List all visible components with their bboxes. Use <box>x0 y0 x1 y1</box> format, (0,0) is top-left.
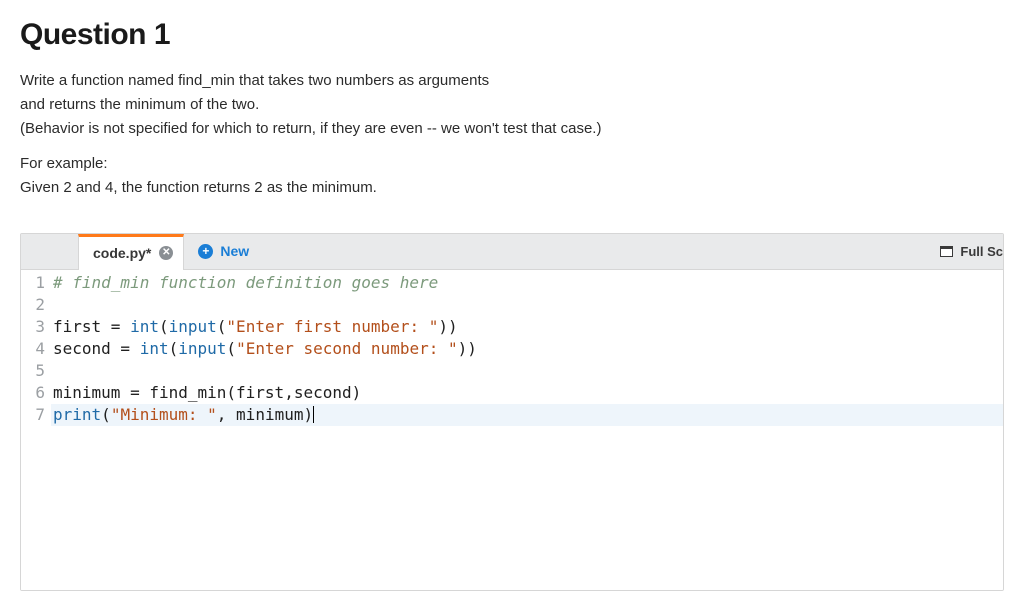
code-token: int <box>130 317 159 336</box>
line-number: 4 <box>21 338 45 360</box>
code-token: ( <box>101 405 111 424</box>
code-token: )) <box>458 339 477 358</box>
editor-tabbar: code.py* ✕ + New Full Sc <box>21 234 1003 270</box>
line-number: 6 <box>21 382 45 404</box>
code-line[interactable]: minimum = find_min(first,second) <box>53 382 1003 404</box>
prompt-line: (Behavior is not specified for which to … <box>20 118 1004 140</box>
code-token: ( <box>217 317 227 336</box>
prompt-line: Given 2 and 4, the function returns 2 as… <box>20 177 1004 199</box>
code-content[interactable]: # find_min function definition goes here… <box>51 270 1003 590</box>
prompt-line: For example: <box>20 153 1004 175</box>
code-editor: code.py* ✕ + New Full Sc 1234567 # find_… <box>20 233 1004 591</box>
code-line[interactable] <box>53 360 1003 382</box>
close-icon[interactable]: ✕ <box>159 246 173 260</box>
question-prompt: Write a function named find_min that tak… <box>20 70 1004 199</box>
code-line[interactable]: first = int(input("Enter first number: "… <box>53 316 1003 338</box>
new-tab-button[interactable]: + New <box>184 234 263 269</box>
tab-label: code.py* <box>93 245 151 261</box>
line-number: 1 <box>21 272 45 294</box>
line-number: 5 <box>21 360 45 382</box>
line-number: 3 <box>21 316 45 338</box>
code-token: ( <box>226 339 236 358</box>
code-token: second = <box>53 339 140 358</box>
code-token: # find_min function definition goes here <box>53 273 438 292</box>
code-token: "Enter second number: " <box>236 339 458 358</box>
code-token: print <box>53 405 101 424</box>
prompt-line: and returns the minimum of the two. <box>20 94 1004 116</box>
code-token: int <box>140 339 169 358</box>
tab-active-file[interactable]: code.py* ✕ <box>78 234 184 270</box>
code-token: , minimum) <box>217 405 313 424</box>
code-token: "Minimum: " <box>111 405 217 424</box>
code-token: "Enter first number: " <box>226 317 438 336</box>
code-line[interactable]: second = int(input("Enter second number:… <box>53 338 1003 360</box>
prompt-line: Write a function named find_min that tak… <box>20 70 1004 92</box>
tabbar-spacer <box>263 234 930 269</box>
fullscreen-button[interactable]: Full Sc <box>930 234 1003 269</box>
tabbar-left-pad <box>21 234 78 269</box>
code-line[interactable] <box>53 294 1003 316</box>
plus-icon: + <box>198 244 213 259</box>
line-number: 7 <box>21 404 45 426</box>
code-line[interactable]: print("Minimum: ", minimum) <box>51 404 1003 426</box>
fullscreen-icon <box>940 246 953 257</box>
new-tab-label: New <box>220 243 249 259</box>
line-number: 2 <box>21 294 45 316</box>
code-line[interactable]: # find_min function definition goes here <box>53 272 1003 294</box>
code-token: ( <box>169 339 179 358</box>
code-area[interactable]: 1234567 # find_min function definition g… <box>21 270 1003 590</box>
code-token: first = <box>53 317 130 336</box>
code-token: input <box>169 317 217 336</box>
question-title: Question 1 <box>20 18 1004 52</box>
fullscreen-label: Full Sc <box>960 244 1003 259</box>
line-number-gutter: 1234567 <box>21 270 51 590</box>
code-token: )) <box>438 317 457 336</box>
text-caret <box>313 406 314 423</box>
code-token: input <box>178 339 226 358</box>
code-token: minimum = find_min(first,second) <box>53 383 361 402</box>
code-token: ( <box>159 317 169 336</box>
page-root: Question 1 Write a function named find_m… <box>0 0 1024 591</box>
